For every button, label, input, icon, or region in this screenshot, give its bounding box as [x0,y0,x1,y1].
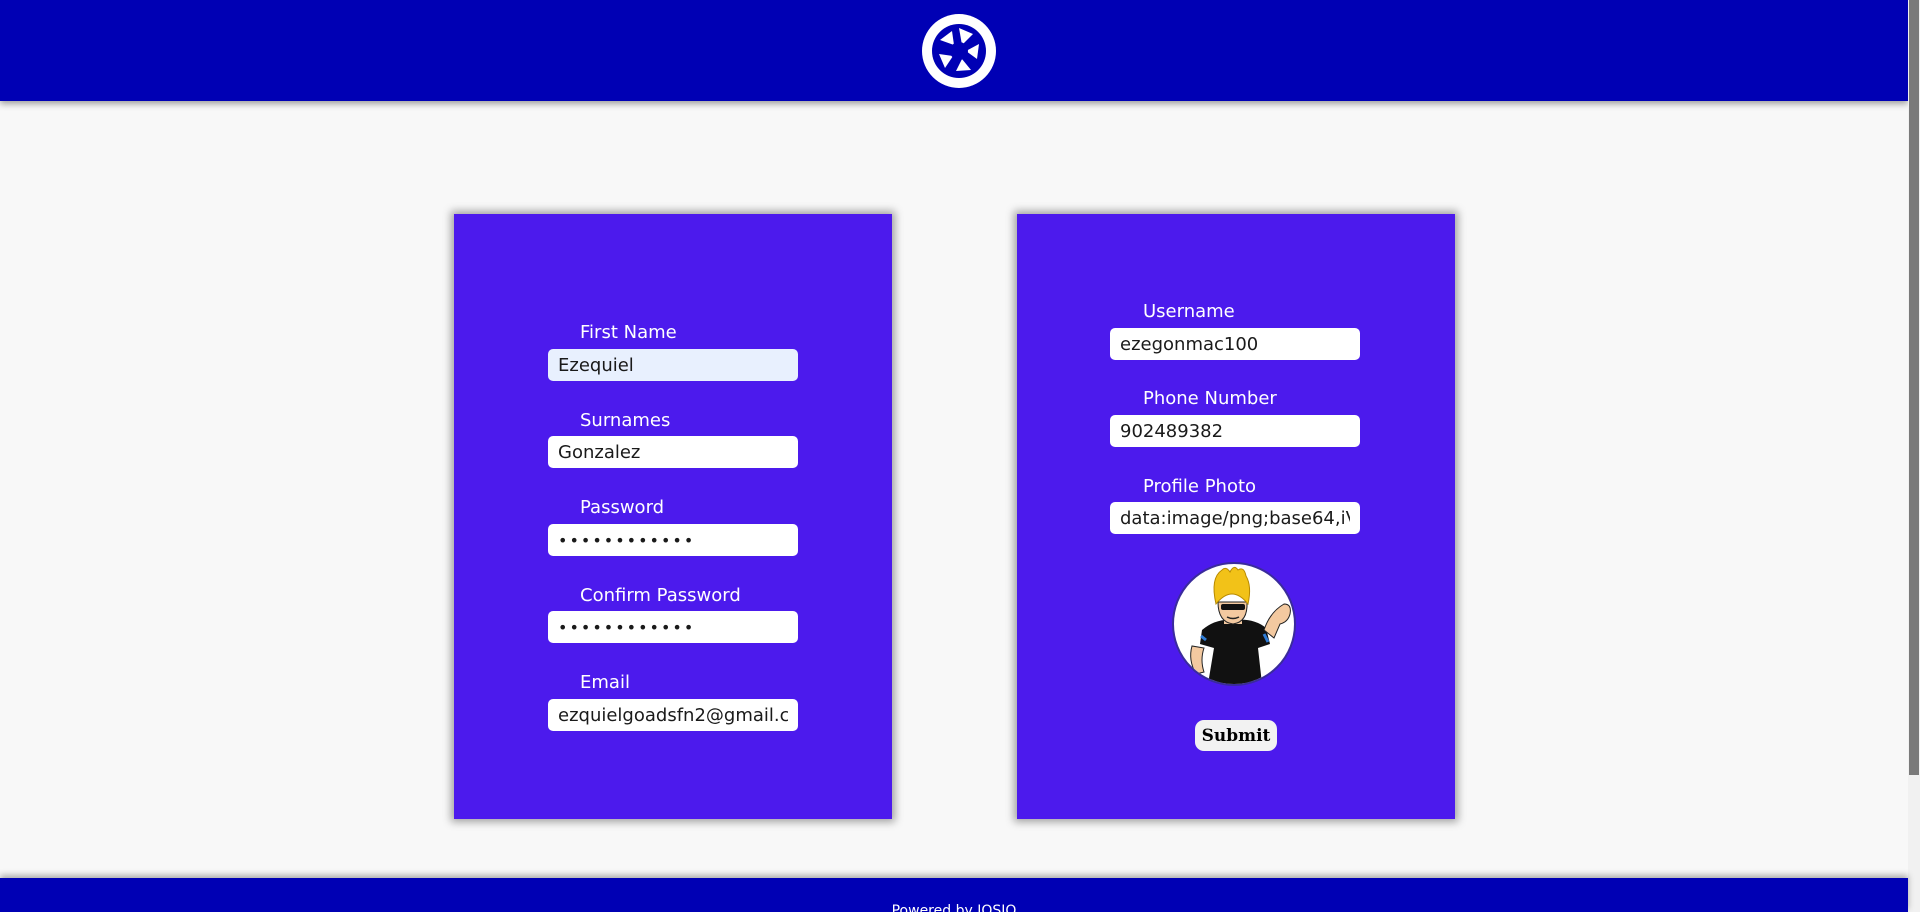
password-input[interactable] [548,524,798,556]
first-name-label: First Name [580,322,677,343]
username-input[interactable] [1110,328,1360,360]
camera-shutter-icon[interactable] [922,14,996,88]
password-label: Password [580,497,665,518]
header-bar [0,0,1908,101]
phone-number-input[interactable] [1110,415,1360,447]
surnames-label: Surnames [580,410,671,431]
phone-number-label: Phone Number [1143,388,1277,409]
profile-avatar-image [1172,562,1296,686]
username-label: Username [1143,301,1235,322]
confirm-password-input[interactable] [548,611,798,643]
email-input[interactable] [548,699,798,731]
confirm-password-label: Confirm Password [580,585,741,606]
personal-info-card: First Name Surnames Password Confirm Pas… [454,214,892,819]
cartoon-avatar [1190,566,1291,684]
footer-text: Powered by IOSIO [891,903,1017,912]
scrollbar-thumb[interactable] [1909,0,1919,775]
account-info-card: Username Phone Number Profile Photo [1017,214,1455,819]
submit-button[interactable]: Submit [1195,720,1277,751]
surnames-input[interactable] [548,436,798,468]
page: First Name Surnames Password Confirm Pas… [0,0,1920,912]
footer-bar: Powered by IOSIO [0,878,1908,912]
email-label: Email [580,672,630,693]
profile-photo-label: Profile Photo [1143,476,1257,497]
first-name-input[interactable] [548,349,798,381]
profile-photo-input[interactable] [1110,502,1360,534]
